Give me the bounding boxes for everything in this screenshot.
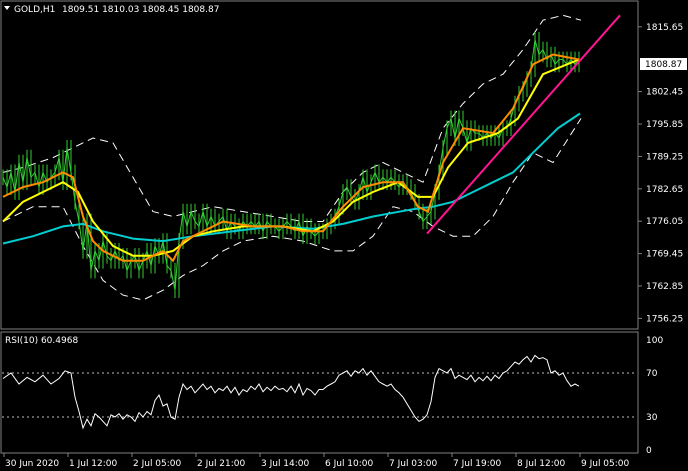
axis-layer: 1815.65 1802.45 1795.85 1789.25 1782.65 1776.… xyxy=(3,23,683,469)
price-axis-label: 1756.25 xyxy=(646,314,683,324)
time-axis-label: 9 Jul 05:00 xyxy=(581,459,630,469)
rsi-label: RSI(10) 60.4968 xyxy=(5,336,78,346)
price-axis-label: 1795.85 xyxy=(646,120,683,130)
bollinger-lower-band xyxy=(2,118,582,301)
time-axis-label: 7 Jul 03:00 xyxy=(389,459,438,469)
rsi-axis-label: 70 xyxy=(646,369,658,379)
price-axis-label: 1762.85 xyxy=(646,282,683,292)
symbol-title: GOLD,H1 xyxy=(14,5,55,15)
time-axis-label: 2 Jul 05:00 xyxy=(133,459,182,469)
price-layer xyxy=(2,14,621,301)
price-axis-label: 1802.45 xyxy=(646,88,683,98)
trendline[interactable] xyxy=(426,14,621,235)
price-axis-label: 1815.65 xyxy=(646,23,683,33)
price-axis-label: 1789.25 xyxy=(646,152,683,162)
time-axis-label: 2 Jul 21:00 xyxy=(197,459,246,469)
time-axis-label: 6 Jul 10:00 xyxy=(325,459,374,469)
ohlc-values: 1809.51 1810.03 1808.45 1808.87 xyxy=(62,5,219,15)
price-axis-label: 1776.05 xyxy=(646,217,683,227)
price-line xyxy=(2,39,580,291)
chart-canvas[interactable]: 1815.65 1802.45 1795.85 1789.25 1782.65 1776.… xyxy=(0,0,688,471)
current-price-label: 1808.87 xyxy=(645,60,682,70)
rsi-axis-label: 100 xyxy=(646,336,663,346)
price-axis-label: 1782.65 xyxy=(646,185,683,195)
collapse-triangle-icon[interactable] xyxy=(4,6,10,10)
price-axis-label: 1769.45 xyxy=(646,250,683,260)
time-axis-label: 1 Jul 12:00 xyxy=(69,459,118,469)
chart-window[interactable]: 1815.65 1802.45 1795.85 1789.25 1782.65 1776.… xyxy=(0,0,688,471)
rsi-axis-label: 30 xyxy=(646,413,658,423)
rsi-panel-frame xyxy=(0,331,639,454)
rsi-axis-label: 0 xyxy=(646,446,652,456)
time-axis-label: 3 Jul 14:00 xyxy=(261,459,310,469)
bollinger-upper-band xyxy=(2,14,582,222)
time-axis-label: 30 Jun 2020 xyxy=(5,459,59,469)
rsi-layer xyxy=(2,354,637,430)
time-axis-label: 7 Jul 19:00 xyxy=(453,459,502,469)
time-axis-label: 8 Jul 12:00 xyxy=(517,459,566,469)
